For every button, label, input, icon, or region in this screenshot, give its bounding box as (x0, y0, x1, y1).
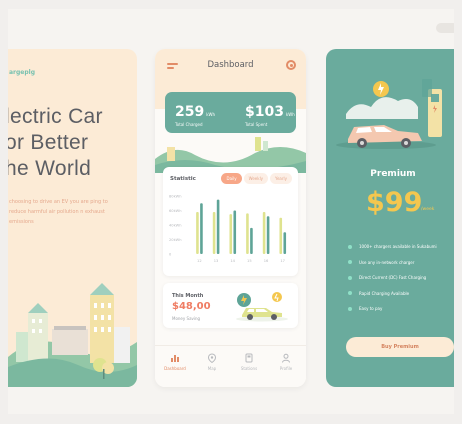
feature-text: Rapid Charging Available (359, 290, 410, 296)
stats-summary-card: 259 kWh Total Charged $103 kWh Total Spent (165, 92, 296, 133)
page-title: Dashboard (207, 60, 254, 70)
chart-bar (229, 214, 233, 254)
decorative-blob (436, 23, 454, 33)
nav-stations[interactable]: Stations (231, 353, 267, 371)
y-tick-label: 20kWh (169, 238, 182, 242)
statistic-title: Statistic (170, 176, 196, 182)
money-saving-label: Money Saving (172, 316, 201, 321)
nav-label: Map (207, 366, 217, 371)
nav-label: Profile (279, 366, 293, 371)
statistic-panel: Statistic Daily Weekly Yearly 80kWh 60kWh… (163, 167, 298, 276)
bullet-dot-icon (348, 275, 352, 280)
chart-bar (250, 227, 253, 254)
stat-unit: kWh (285, 112, 295, 117)
x-tick-label: 16 (264, 259, 269, 263)
y-tick-label: 60kWh (169, 209, 182, 213)
feature-item: Use any in-network charger (348, 255, 454, 271)
car-illustration (236, 292, 288, 322)
premium-features-list: 1000+ chargers available in Sukabumi Use… (348, 239, 454, 317)
premium-title: Premium (370, 169, 416, 179)
stat-value: $103 (245, 104, 284, 120)
tab-yearly[interactable]: Yearly (270, 173, 292, 184)
headline-line-1: lectric Car (8, 105, 103, 128)
bullet-dot-icon (348, 244, 352, 249)
stat-unit: kWh (206, 112, 216, 117)
stat-label: Total Charged (175, 122, 203, 127)
premium-price: $99 (366, 187, 423, 218)
chart-bar (279, 217, 283, 254)
nav-map[interactable]: Map (194, 353, 230, 371)
station-icon (245, 353, 253, 363)
chart-bar (216, 199, 220, 254)
nav-label: Stations (240, 366, 258, 371)
stat-value: 259 (175, 104, 205, 120)
x-tick-label: 17 (280, 259, 285, 263)
stat-total-spent: $103 kWh Total Spent (245, 101, 295, 127)
x-tick-label: 15 (247, 259, 252, 263)
onboarding-card: argeplg lectric Car or Better he World c… (8, 49, 137, 387)
chart-bar (283, 232, 287, 254)
headline-line-2: or Better (8, 131, 89, 154)
onboarding-description: choosing to drive an EV you are ping to … (9, 199, 108, 225)
brand-logo: argeplg (9, 69, 36, 76)
chart-bar (196, 211, 199, 254)
period-tabs: Daily Weekly Yearly (221, 173, 292, 184)
feature-text: Direct Current (DC) Fast Charging (359, 275, 427, 281)
stat-total-charged: 259 kWh Total Charged (175, 101, 215, 127)
dashboard-screen: Dashboard 259 kWh Total Charged $103 kWh T… (155, 49, 306, 387)
tab-weekly[interactable]: Weekly (243, 173, 269, 184)
bottom-navigation: Dashboard Map Stations Profile (155, 345, 306, 387)
city-illustration (8, 283, 137, 387)
y-tick-label: 80kWh (169, 195, 182, 199)
money-saving-value: $48,00 (172, 301, 211, 312)
nav-dashboard[interactable]: Dashboard (157, 353, 193, 371)
car-charging-illustration (336, 79, 442, 149)
bullet-dot-icon (348, 291, 352, 296)
chart-bar (233, 210, 237, 254)
bullet-dot-icon (348, 306, 352, 311)
headline: lectric Car or Better he World (8, 104, 103, 182)
bullet-dot-icon (348, 260, 352, 265)
y-tick-label: 40kWh (169, 224, 182, 228)
stat-label: Total Spent (245, 122, 268, 127)
feature-item: Easy to pay (348, 301, 454, 317)
user-icon (282, 353, 290, 363)
this-month-title: This Month (172, 293, 204, 299)
x-tick-label: 14 (230, 259, 235, 263)
chart-bar (262, 211, 266, 254)
feature-text: Easy to pay (359, 306, 383, 312)
headline-line-3: he World (8, 157, 92, 180)
x-tick-label: 13 (214, 259, 219, 263)
chart-bar (266, 216, 270, 254)
map-pin-icon (207, 353, 217, 363)
buy-premium-button[interactable]: Buy Premium (346, 337, 454, 357)
x-tick-label: 12 (197, 259, 202, 263)
chart-bar (246, 213, 249, 254)
premium-card: Premium $99 /week 1000+ chargers availab… (326, 49, 454, 387)
premium-period: /week (421, 207, 435, 212)
statistic-bar-chart: 80kWh 60kWh 40kWh 20kWh 0 12 13 14 15 16 17 (169, 195, 287, 263)
feature-text: Use any in-network charger (359, 259, 415, 265)
feature-text: 1000+ chargers available in Sukabumi (359, 244, 437, 250)
nav-profile[interactable]: Profile (268, 353, 304, 371)
feature-item: Rapid Charging Available (348, 286, 454, 302)
chart-icon (171, 355, 179, 362)
gear-icon[interactable] (286, 60, 296, 70)
showcase-board: argeplg lectric Car or Better he World c… (8, 9, 454, 414)
y-tick-label: 0 (169, 253, 172, 257)
this-month-card: This Month $48,00 Money Saving (163, 283, 298, 328)
chart-bar (200, 203, 203, 254)
nav-label: Dashboard (164, 366, 186, 371)
chart-bar (212, 211, 216, 254)
feature-item: Direct Current (DC) Fast Charging (348, 270, 454, 286)
tab-daily[interactable]: Daily (221, 173, 242, 184)
feature-item: 1000+ chargers available in Sukabumi (348, 239, 454, 255)
